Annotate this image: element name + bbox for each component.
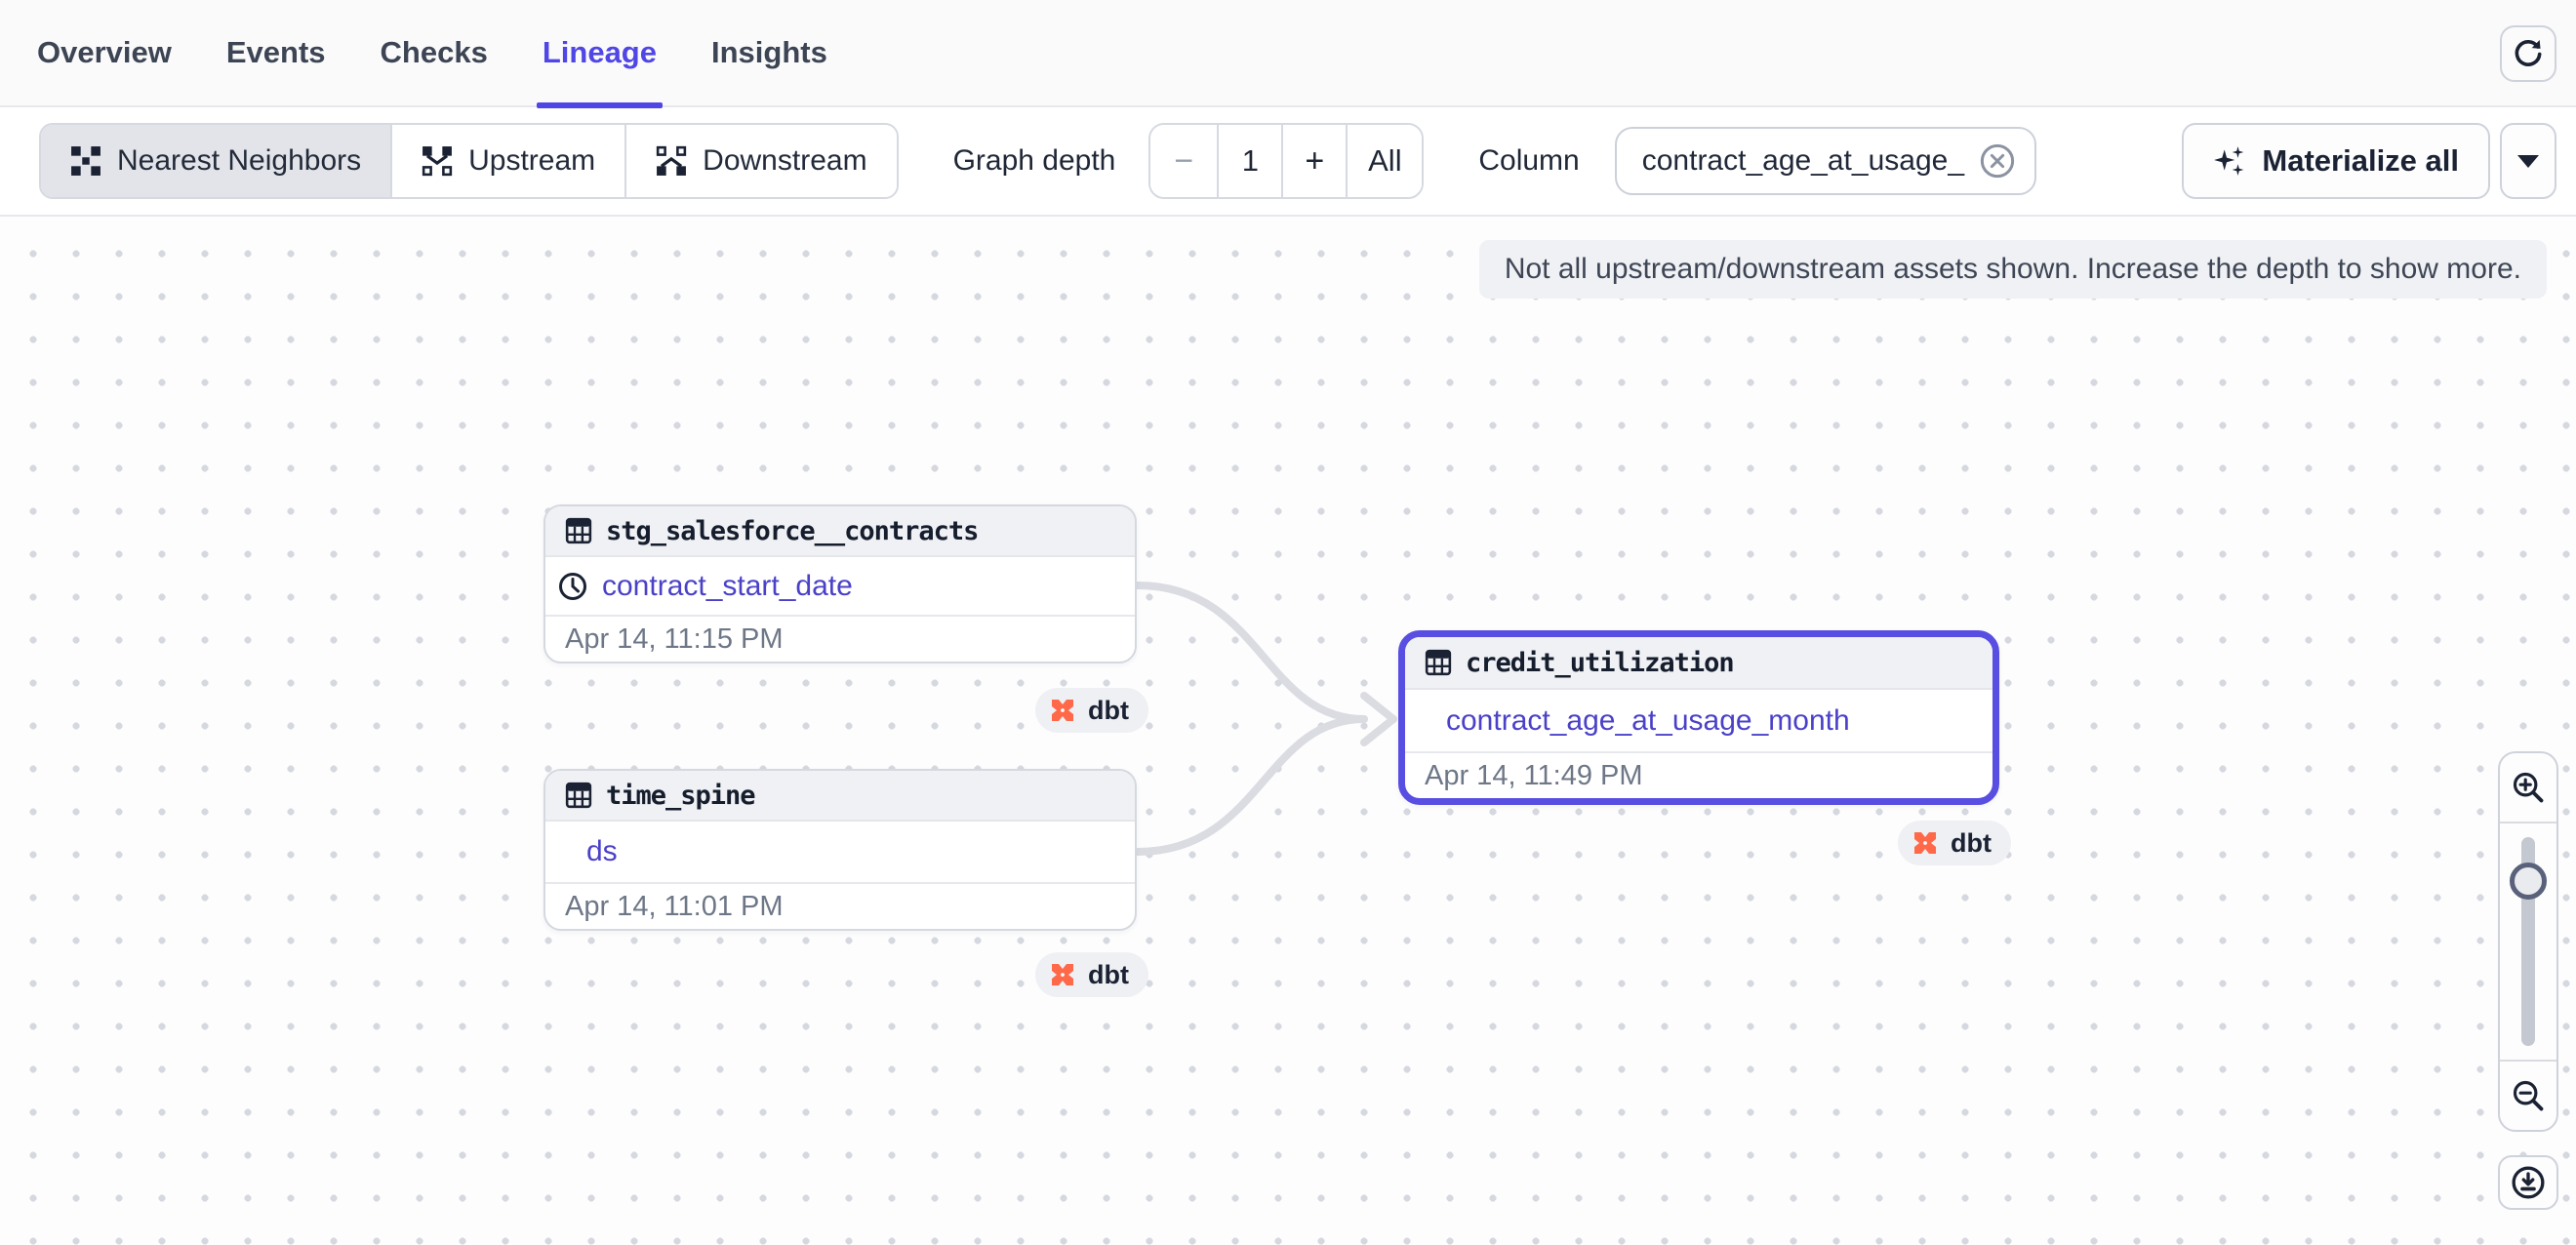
node-title: credit_utilization [1466,648,1734,678]
materialize-all-label: Materialize all [2262,143,2459,179]
lineage-toolbar: Nearest Neighbors Upstream [0,107,2576,217]
recenter-icon [2510,1164,2547,1201]
lineage-canvas[interactable]: Not all upstream/downstream assets shown… [0,217,2576,1245]
view-mode-upstream[interactable]: Upstream [392,125,626,197]
node-timestamp: Apr 14, 11:01 PM [545,882,1135,929]
dbt-badge-label: dbt [1088,696,1129,726]
depth-all-button[interactable]: All [1348,125,1422,197]
table-icon [565,517,592,544]
zoom-out-button[interactable] [2500,1060,2556,1130]
sparkles-icon [2213,144,2246,178]
node-body: contract_start_date [545,557,1135,615]
node-body: contract_age_at_usage_month [1405,690,1992,751]
dbt-logo-icon [1047,695,1078,726]
node-timestamp: Apr 14, 11:15 PM [545,615,1135,662]
depth-increase-button[interactable]: + [1283,125,1348,197]
tab-events[interactable]: Events [226,0,326,106]
upstream-icon [422,145,453,177]
zoom-in-icon [2511,770,2546,805]
materialize-options-button[interactable] [2500,123,2556,199]
zoom-slider-thumb[interactable] [2510,863,2547,900]
node-timestamp: Apr 14, 11:49 PM [1405,751,1992,798]
zoom-panel [2498,751,2558,1132]
dbt-badge-label: dbt [1088,960,1129,990]
tab-insights[interactable]: Insights [711,0,827,106]
node-stg-salesforce-contracts[interactable]: stg_salesforce__contracts contract_start… [543,504,1137,663]
node-header: credit_utilization [1405,637,1992,690]
recenter-view-button[interactable] [2498,1155,2558,1210]
refresh-icon [2512,37,2545,70]
tab-checks[interactable]: Checks [381,0,488,106]
column-filter-chip[interactable]: contract_age_at_usage_ [1615,127,2036,195]
table-icon [565,782,592,809]
column-filter-value: contract_age_at_usage_ [1642,144,1964,178]
dbt-badge-label: dbt [1951,828,1992,859]
downstream-icon [656,145,687,177]
zoom-in-button[interactable] [2500,753,2556,823]
clear-circle-x-icon[interactable] [1978,141,2017,181]
column-link[interactable]: contract_start_date [602,570,853,603]
depth-value[interactable]: 1 [1219,125,1283,197]
node-body: ds [545,822,1135,882]
view-mode-label: Downstream [703,144,866,178]
node-time-spine[interactable]: time_spine ds Apr 14, 11:01 PM [543,769,1137,931]
dbt-badge: dbt [1035,952,1148,997]
view-mode-downstream[interactable]: Downstream [626,125,896,197]
view-mode-label: Nearest Neighbors [117,144,361,178]
tab-lineage[interactable]: Lineage [543,0,657,106]
materialize-all-button[interactable]: Materialize all [2182,123,2490,199]
column-link[interactable]: contract_age_at_usage_month [1446,704,1850,738]
chevron-down-icon [2517,155,2539,168]
dbt-logo-icon [1910,827,1941,859]
dbt-logo-icon [1047,959,1078,990]
materialize-split-button: Materialize all [2182,123,2556,199]
node-title: time_spine [606,781,755,811]
top-navbar: Overview Events Checks Lineage Insights [0,0,2576,107]
view-mode-group: Nearest Neighbors Upstream [39,123,899,199]
node-title: stg_salesforce__contracts [606,516,978,546]
column-filter-label: Column [1478,144,1579,178]
clock-icon [557,571,588,602]
tab-overview[interactable]: Overview [37,0,172,106]
node-credit-utilization[interactable]: credit_utilization contract_age_at_usage… [1398,630,1999,805]
refresh-button[interactable] [2500,25,2556,82]
view-mode-label: Upstream [468,144,595,178]
node-header: stg_salesforce__contracts [545,506,1135,557]
zoom-out-icon [2511,1078,2546,1113]
column-link[interactable]: ds [586,835,618,868]
depth-decrease-button[interactable]: − [1150,125,1219,197]
graph-depth-label: Graph depth [953,144,1116,178]
zoom-slider [2500,823,2556,1060]
dbt-badge: dbt [1898,821,2011,865]
graph-depth-stepper: − 1 + All [1148,123,1424,199]
depth-notice: Not all upstream/downstream assets shown… [1479,240,2547,299]
nearest-neighbors-icon [70,145,101,177]
node-header: time_spine [545,771,1135,822]
table-icon [1425,649,1452,676]
view-mode-nearest-neighbors[interactable]: Nearest Neighbors [41,125,392,197]
lineage-edges [0,217,2576,1245]
dbt-badge: dbt [1035,688,1148,733]
